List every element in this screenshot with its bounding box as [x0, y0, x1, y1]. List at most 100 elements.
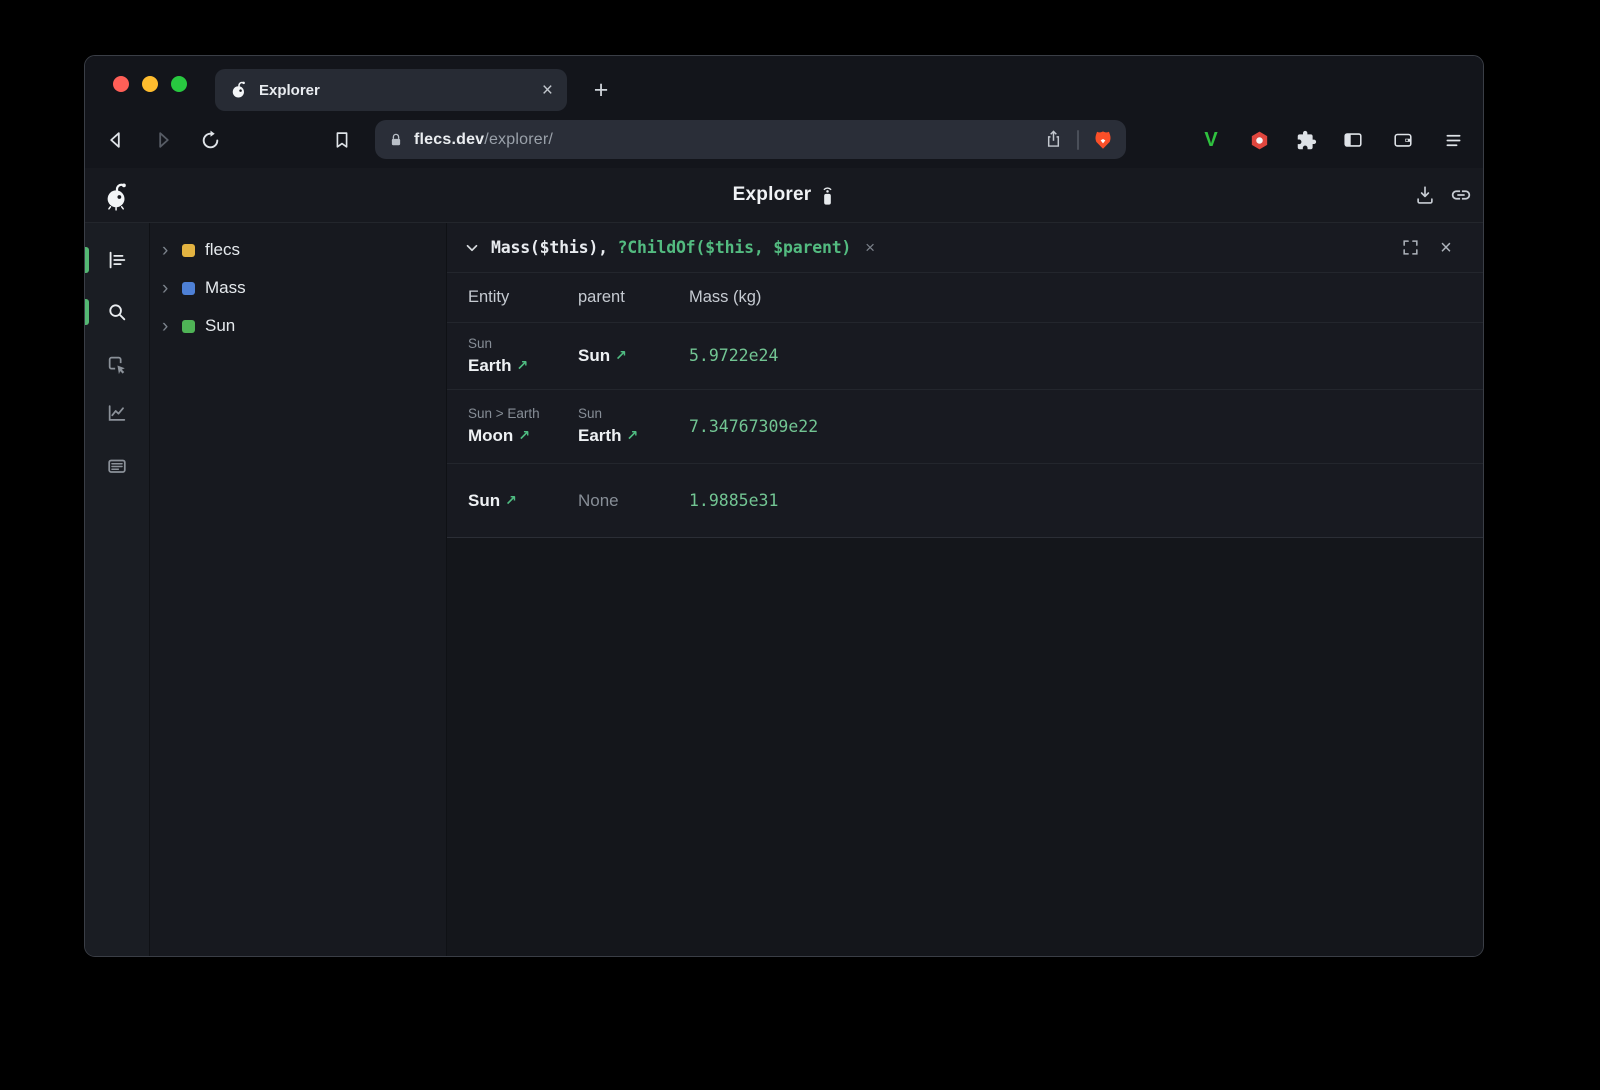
app-header: Explorer — [85, 168, 1483, 223]
zoom-window-button[interactable] — [171, 76, 187, 92]
stats-chart-icon[interactable] — [99, 395, 135, 431]
query-term-childof: ?ChildOf($this, $parent) — [618, 238, 852, 257]
url-path: /explorer/ — [484, 131, 553, 148]
app-title-group: Explorer — [85, 168, 1483, 222]
column-header-mass: Mass (kg) — [689, 288, 1483, 307]
open-entity-arrow-icon: ↗ — [626, 427, 638, 443]
query-search-icon[interactable] — [99, 294, 135, 330]
fullscreen-icon[interactable] — [1399, 237, 1421, 259]
menu-hamburger-icon[interactable] — [1439, 126, 1467, 154]
extensions-puzzle-icon[interactable] — [1292, 126, 1320, 154]
tree-item-mass[interactable]: › Mass — [150, 269, 446, 307]
sidebar-toggle-icon[interactable] — [1339, 126, 1367, 154]
reload-button[interactable] — [196, 126, 224, 154]
entity-tree-panel: › flecs › Mass › Sun — [149, 223, 446, 957]
share-icon[interactable] — [1043, 129, 1064, 150]
parent-link[interactable]: Earth↗ — [578, 423, 689, 449]
download-icon[interactable] — [1411, 181, 1439, 209]
entity-color-swatch — [182, 320, 195, 333]
mass-value: 5.9722e24 — [689, 346, 778, 365]
parent-cell: Sun ↗ — [578, 343, 689, 369]
browser-tab[interactable]: Explorer × — [215, 69, 567, 111]
query-bar: Mass($this), ?ChildOf($this, $parent) × … — [447, 223, 1483, 273]
browser-window: Explorer × + fle — [84, 55, 1484, 957]
tree-item-label[interactable]: Sun — [205, 316, 235, 336]
tree-item-sun[interactable]: › Sun — [150, 307, 446, 345]
new-tab-button[interactable]: + — [585, 69, 617, 111]
mass-value: 1.9885e31 — [689, 491, 778, 510]
minimize-window-button[interactable] — [142, 76, 158, 92]
chevron-down-icon[interactable] — [463, 239, 481, 257]
column-header-parent: parent — [578, 288, 689, 307]
mass-cell: 1.9885e31 — [689, 491, 1483, 511]
column-header-entity: Entity — [447, 288, 578, 307]
query-term-mass: Mass($this), — [491, 238, 618, 257]
query-window-controls: × — [1399, 237, 1467, 259]
close-query-panel-icon[interactable]: × — [1435, 237, 1457, 259]
query-expression[interactable]: Mass($this), ?ChildOf($this, $parent) — [491, 238, 851, 257]
mass-value: 7.34767309e22 — [689, 417, 818, 436]
open-entity-arrow-icon: ↗ — [615, 347, 627, 363]
close-window-button[interactable] — [113, 76, 129, 92]
url-bar-divider — [1077, 130, 1079, 150]
extension-hexagon-icon[interactable] — [1245, 126, 1273, 154]
table-row: Sun ↗ None 1.9885e31 — [447, 464, 1483, 537]
tab-favicon-flecs-icon — [229, 80, 249, 100]
panel-rail — [85, 223, 149, 957]
back-button[interactable] — [102, 126, 130, 154]
url-text: flecs.dev/explorer/ — [414, 131, 553, 149]
tab-title: Explorer — [259, 82, 320, 99]
entity-link[interactable]: Moon ↗ — [468, 423, 578, 449]
v-letter: V — [1204, 129, 1217, 152]
remote-connection-icon — [820, 185, 835, 206]
open-entity-arrow-icon: ↗ — [518, 427, 530, 443]
tab-close-icon[interactable]: × — [542, 81, 553, 100]
entity-name: Sun — [468, 491, 500, 510]
https-lock-icon — [387, 131, 405, 149]
entity-link[interactable]: Sun ↗ — [468, 488, 578, 514]
tab-strip: Explorer × + — [85, 56, 1483, 111]
tree-panel-active-indicator — [85, 247, 89, 273]
results-table-header: Entity parent Mass (kg) — [447, 273, 1483, 323]
tree-item-flecs[interactable]: › flecs — [150, 231, 446, 269]
commands-panel-icon[interactable] — [99, 448, 135, 484]
url-host: flecs.dev — [414, 131, 484, 148]
parent-parent-path: Sun — [578, 404, 689, 423]
clear-query-icon[interactable]: × — [865, 239, 875, 256]
entity-link[interactable]: Earth↗ — [468, 353, 578, 379]
entity-cell: Sun Earth↗ — [447, 334, 578, 379]
entity-color-swatch — [182, 282, 195, 295]
inspect-entity-icon[interactable] — [99, 347, 135, 383]
extension-v-icon[interactable]: V — [1197, 126, 1225, 154]
parent-name: Sun — [578, 346, 610, 365]
wallet-icon[interactable] — [1389, 126, 1417, 154]
explorer-content: › flecs › Mass › Sun — [85, 223, 1483, 957]
tree-item-label[interactable]: Mass — [205, 278, 246, 298]
query-results-panel: Mass($this), ?ChildOf($this, $parent) × … — [446, 223, 1483, 957]
expand-chevron-icon[interactable]: › — [162, 241, 176, 260]
parent-link[interactable]: Sun ↗ — [578, 343, 689, 369]
tree-view-icon[interactable] — [99, 242, 135, 278]
navigation-toolbar: flecs.dev/explorer/ V — [85, 111, 1483, 168]
entity-parent-path: Sun > Earth — [468, 404, 578, 423]
tree-item-label[interactable]: flecs — [205, 240, 240, 260]
open-entity-arrow-icon: ↗ — [505, 492, 517, 508]
forward-button[interactable] — [149, 126, 177, 154]
expand-chevron-icon[interactable]: › — [162, 317, 176, 336]
open-entity-arrow-icon: ↗ — [516, 357, 528, 373]
mass-cell: 5.9722e24 — [689, 346, 1483, 366]
share-link-icon[interactable] — [1447, 181, 1475, 209]
entity-cell: Sun ↗ — [447, 488, 578, 514]
bookmark-icon[interactable] — [328, 126, 356, 154]
expand-chevron-icon[interactable]: › — [162, 279, 176, 298]
mass-cell: 7.34767309e22 — [689, 417, 1483, 437]
table-row: Sun > Earth Moon ↗ Sun Earth↗ 7.34767309e… — [447, 390, 1483, 464]
parent-cell: None — [578, 491, 689, 511]
url-bar[interactable]: flecs.dev/explorer/ — [375, 120, 1126, 159]
brave-shields-icon[interactable] — [1092, 129, 1114, 151]
entity-name: Moon — [468, 426, 513, 445]
entity-cell: Sun > Earth Moon ↗ — [447, 404, 578, 449]
query-panel-active-indicator — [85, 299, 89, 325]
query-section: Mass($this), ?ChildOf($this, $parent) × … — [447, 223, 1483, 538]
table-row: Sun Earth↗ Sun ↗ 5.9722e24 — [447, 323, 1483, 390]
